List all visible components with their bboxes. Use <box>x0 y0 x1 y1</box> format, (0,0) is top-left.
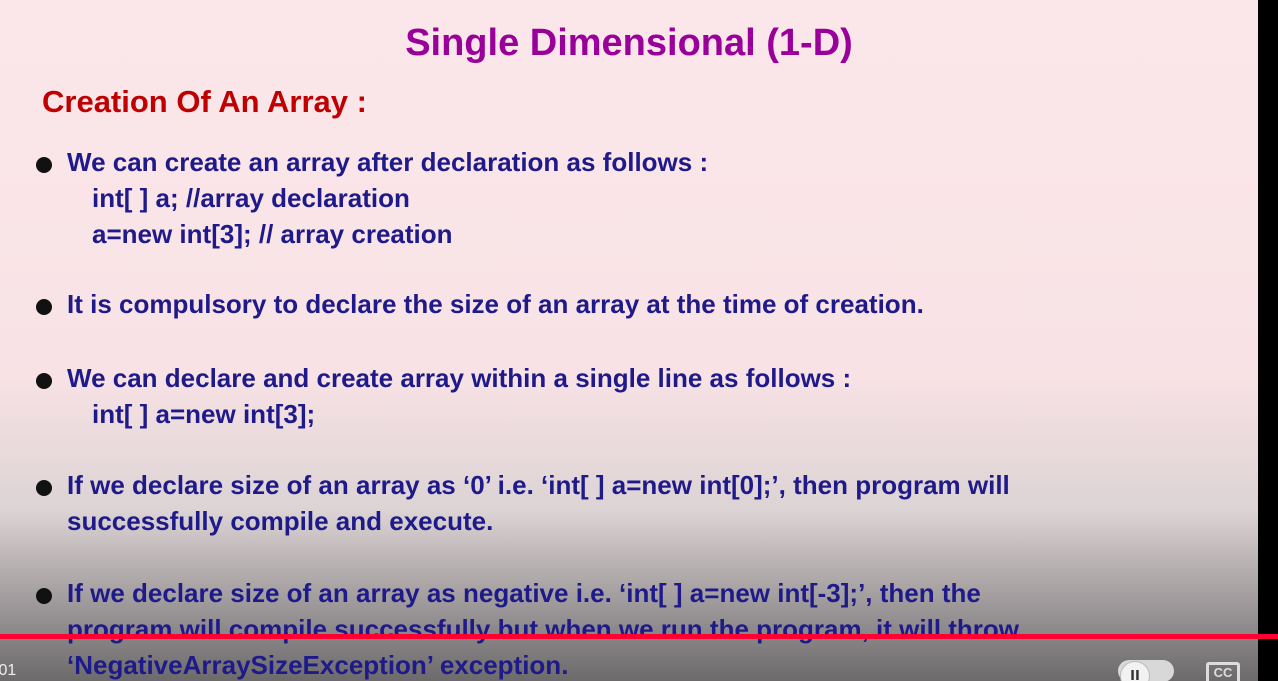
code-line: int[ ] a=new int[3]; <box>92 399 316 429</box>
bullet-text-continued: ‘NegativeArraySizeException’ exception. <box>67 650 569 680</box>
bullet-text-continued: program will compile successfully but wh… <box>67 614 1020 644</box>
code-line: a=new int[3]; // array creation <box>92 219 453 249</box>
progress-bar[interactable] <box>0 634 1278 639</box>
bullet-text: If we declare size of an array as ‘0’ i.… <box>67 470 1010 500</box>
bullet-item: We can create an array after declaration… <box>36 144 1226 252</box>
bullet-item: If we declare size of an array as ‘0’ i.… <box>36 467 1226 539</box>
bullet-item: We can declare and create array within a… <box>36 360 1226 432</box>
bullet-dot-icon <box>36 373 52 389</box>
slide: Single Dimensional (1-D) Creation Of An … <box>0 0 1258 681</box>
bullet-text: We can declare and create array within a… <box>67 363 852 393</box>
code-line: int[ ] a; //array declaration <box>92 183 410 213</box>
video-player[interactable]: Single Dimensional (1-D) Creation Of An … <box>0 0 1278 681</box>
bullet-text-continued: successfully compile and execute. <box>67 506 494 536</box>
bullet-dot-icon <box>36 588 52 604</box>
bullet-item: It is compulsory to declare the size of … <box>36 286 1226 322</box>
pause-icon: II <box>1120 661 1150 681</box>
autoplay-toggle[interactable]: II <box>1118 660 1174 681</box>
bullet-dot-icon <box>36 157 52 173</box>
bullet-item: If we declare size of an array as negati… <box>36 575 1226 681</box>
bullet-text: It is compulsory to declare the size of … <box>67 289 924 319</box>
slide-subtitle: Creation Of An Array : <box>42 84 367 119</box>
slide-title: Single Dimensional (1-D) <box>405 22 853 64</box>
closed-captions-button[interactable]: CC <box>1206 662 1240 681</box>
player-edge <box>1258 0 1278 681</box>
bullet-text: We can create an array after declaration… <box>67 147 709 177</box>
bullet-text: If we declare size of an array as negati… <box>67 578 981 608</box>
time-display: :01 <box>0 662 17 679</box>
bullet-dot-icon <box>36 480 52 496</box>
bullet-dot-icon <box>36 299 52 315</box>
